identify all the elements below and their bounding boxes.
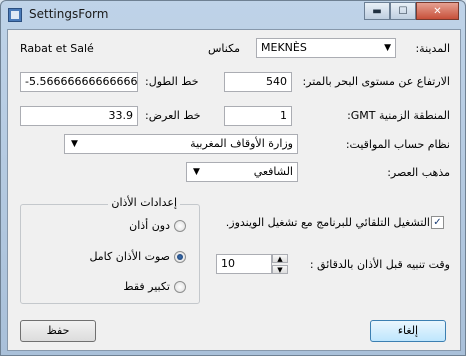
- adhan-group-title: إعدادات الأذان: [108, 196, 180, 209]
- longitude-label: خط الطول:: [145, 75, 199, 88]
- close-button[interactable]: ✕: [416, 2, 459, 20]
- region-label: Rabat et Salé: [20, 42, 94, 55]
- chevron-down-icon: ▼: [193, 167, 200, 177]
- adhan-option-label: تكبير فقط: [123, 280, 170, 293]
- title-bar[interactable]: SettingsForm ▬ ☐ ✕: [1, 1, 465, 29]
- city-select-value: MEKNÈS: [261, 41, 307, 54]
- autostart-checkbox[interactable]: ✓: [431, 216, 444, 229]
- chevron-down-icon: ▼: [71, 139, 78, 149]
- window-title: SettingsForm: [29, 7, 109, 21]
- reminder-label: وقت تنبيه قبل الأذان بالدقائق :: [309, 258, 450, 271]
- calc-method-select[interactable]: ▼ وزارة الأوقاف المغربية: [64, 134, 298, 154]
- timezone-field[interactable]: 1: [224, 106, 292, 126]
- latitude-label: خط العرض:: [145, 109, 201, 122]
- calc-method-value: وزارة الأوقاف المغربية: [190, 137, 293, 150]
- adhan-option-label: صوت الأذان كامل: [89, 250, 170, 263]
- spin-down-icon[interactable]: ▼: [272, 265, 288, 274]
- cancel-button[interactable]: إلغاء: [370, 320, 446, 342]
- timezone-label: المنطقة الزمنية GMT:: [347, 109, 450, 122]
- city-select[interactable]: MEKNÈS ▼: [256, 38, 396, 58]
- save-button[interactable]: حفظ: [20, 320, 96, 342]
- calc-method-label: نظام حساب المواقيت:: [345, 138, 450, 151]
- spin-up-icon[interactable]: ▲: [272, 254, 288, 263]
- dialog-body: Rabat et Salé مكناس MEKNÈS ▼ المدينة: -5…: [7, 29, 461, 351]
- longitude-field[interactable]: -5.5666666666666664: [20, 72, 138, 92]
- reminder-spinner[interactable]: ▲ ▼: [272, 254, 288, 274]
- autostart-label: التشغيل التلقائي للبرنامج مع تشغيل الوين…: [225, 216, 430, 229]
- city-arabic-name: مكناس: [208, 42, 241, 55]
- latitude-field[interactable]: 33.9: [20, 106, 138, 126]
- city-label: المدينة:: [415, 42, 450, 55]
- app-icon: [8, 8, 22, 22]
- reminder-minutes-field[interactable]: 10: [216, 254, 272, 274]
- altitude-field[interactable]: 540: [224, 72, 292, 92]
- chevron-down-icon: ▼: [384, 43, 391, 53]
- asr-method-value: الشافعي: [253, 165, 293, 178]
- altitude-label: الارتفاع عن مستوى البحر بالمتر:: [302, 75, 450, 88]
- settings-window: SettingsForm ▬ ☐ ✕ Rabat et Salé مكناس M…: [0, 0, 466, 356]
- asr-method-select[interactable]: ▼ الشافعي: [186, 162, 298, 182]
- adhan-full-radio[interactable]: [174, 251, 186, 263]
- maximize-button[interactable]: ☐: [390, 2, 416, 20]
- minimize-button[interactable]: ▬: [364, 2, 390, 20]
- asr-method-label: مذهب العصر:: [387, 166, 450, 179]
- adhan-option-label: دون أذان: [129, 219, 170, 232]
- adhan-none-radio[interactable]: [174, 220, 186, 232]
- adhan-takbir-radio[interactable]: [174, 281, 186, 293]
